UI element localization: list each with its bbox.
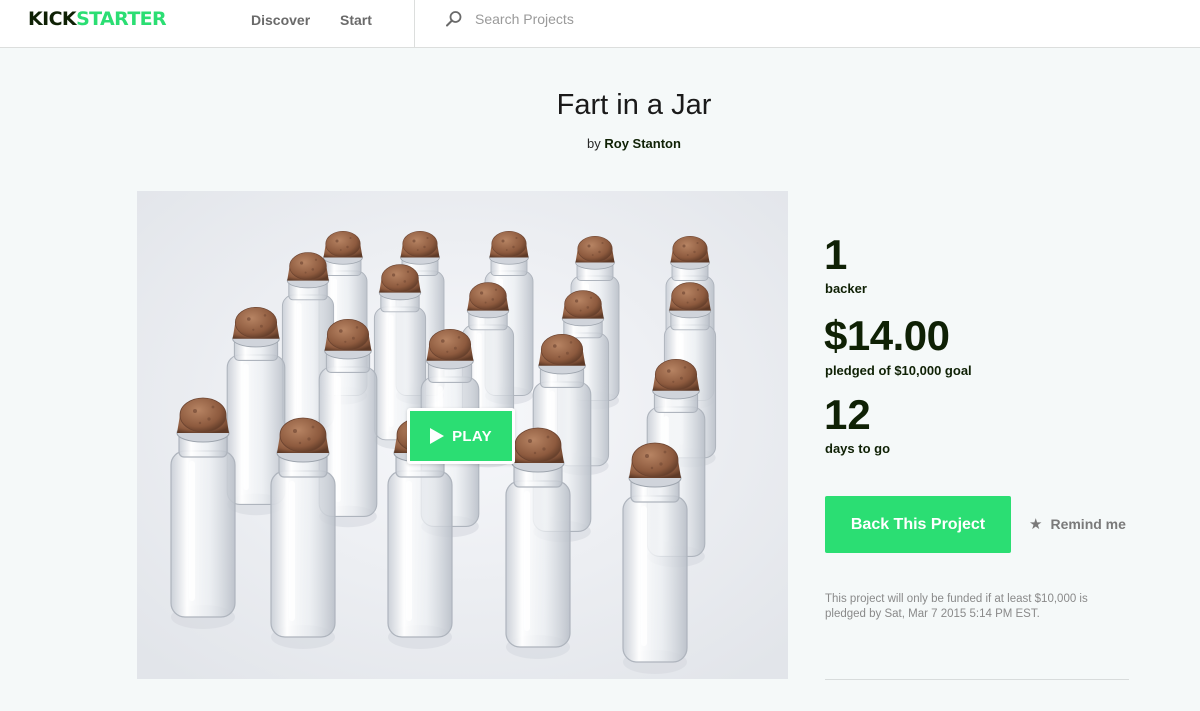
project-title: Fart in a Jar bbox=[556, 89, 712, 121]
nav-start-link[interactable]: Start bbox=[340, 12, 372, 28]
logo-text-kick: KICK bbox=[28, 8, 77, 30]
play-icon bbox=[430, 428, 445, 444]
search-icon[interactable] bbox=[445, 10, 463, 28]
backers-count: 1 bbox=[824, 231, 848, 278]
kickstarter-logo[interactable]: KICKSTARTER bbox=[28, 8, 167, 30]
backers-label: backer bbox=[825, 281, 867, 296]
top-nav-bar: KICKSTARTER Discover Start bbox=[0, 0, 1200, 48]
creator-name-link[interactable]: Roy Stanton bbox=[604, 136, 681, 151]
logo-text-starter: STARTER bbox=[76, 8, 167, 30]
funding-note: This project will only be funded if at l… bbox=[825, 593, 1088, 620]
project-byline: by Roy Stanton bbox=[0, 136, 1200, 152]
sidebar-divider bbox=[825, 679, 1129, 680]
days-label: days to go bbox=[825, 441, 891, 456]
nav-discover-link[interactable]: Discover bbox=[251, 12, 310, 28]
search-input[interactable] bbox=[475, 9, 775, 29]
project-video[interactable]: PLAY bbox=[137, 191, 788, 679]
remind-me-label: Remind me bbox=[1050, 516, 1126, 532]
star-icon: ★ bbox=[1029, 515, 1043, 533]
play-label: PLAY bbox=[452, 427, 492, 445]
byline-prefix: by bbox=[587, 136, 601, 151]
search-box[interactable] bbox=[415, 0, 815, 47]
back-project-button[interactable]: Back This Project bbox=[825, 496, 1011, 553]
pledged-amount: $14.00 bbox=[824, 312, 950, 359]
days-remaining: 12 bbox=[824, 391, 871, 438]
pledged-label: pledged of $10,000 goal bbox=[825, 363, 972, 378]
play-button[interactable]: PLAY bbox=[407, 408, 515, 464]
remind-me-button[interactable]: ★ Remind me bbox=[1029, 516, 1126, 532]
